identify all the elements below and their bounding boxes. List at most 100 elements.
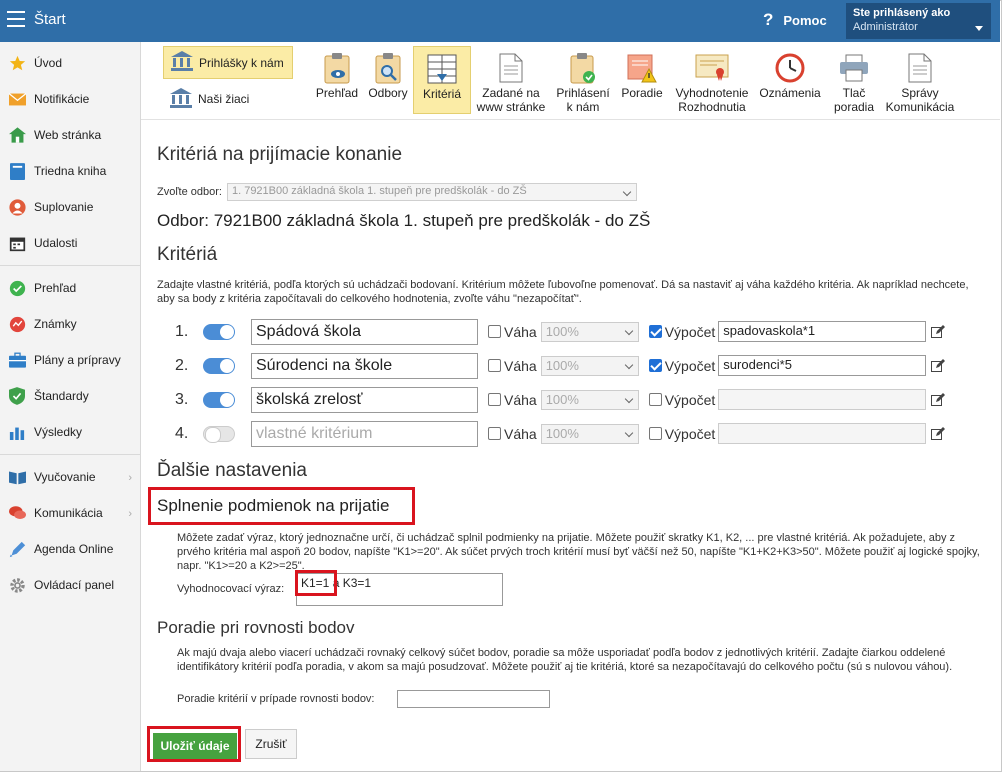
tie-description: Ak majú dvaja alebo viacerí uchádzači ro… — [177, 647, 953, 673]
weight-checkbox[interactable] — [488, 359, 501, 372]
tab-vyhodnotenie[interactable]: Vyhodnotenie Rozhodnutia — [669, 46, 755, 114]
criterion-row-3: 3. školská zrelosť Váha 100% Výpočet — [175, 386, 946, 413]
criterion-toggle[interactable] — [203, 323, 235, 340]
prihlasky-k-nam-button[interactable]: Prihlášky k nám — [163, 46, 293, 79]
save-button[interactable]: Uložiť údaje — [153, 733, 237, 759]
school-icon — [170, 50, 194, 75]
calc-input[interactable]: spadovaskola*1 — [718, 321, 927, 342]
sidebar-item-ovladaci-panel[interactable]: Ovládací panel — [0, 567, 140, 603]
criterion-name-input[interactable]: vlastné kritérium — [251, 420, 478, 447]
tie-input[interactable] — [397, 690, 550, 708]
sidebar-item-udalosti[interactable]: Udalosti — [0, 225, 140, 261]
tab-prehlad[interactable]: Prehľad — [311, 46, 363, 114]
document-icon — [494, 50, 528, 86]
tab-kriteria[interactable]: Kritériá — [413, 46, 471, 114]
home-icon — [8, 126, 26, 144]
calc-input[interactable] — [718, 389, 927, 410]
weight-checkbox[interactable] — [488, 393, 501, 406]
edit-icon[interactable] — [931, 392, 946, 407]
tab-poradie[interactable]: Poradie — [615, 46, 669, 114]
warning-document-icon — [625, 50, 659, 86]
calc-input[interactable] — [718, 423, 927, 444]
document-icon — [903, 50, 937, 86]
weight-checkbox[interactable] — [488, 325, 501, 338]
sidebar-item-notifikacie[interactable]: Notifikácie — [0, 81, 140, 117]
criterion-name-input[interactable]: Súrodenci na škole — [251, 352, 478, 379]
app-title[interactable]: Štart — [34, 11, 66, 28]
criterion-toggle[interactable] — [203, 391, 235, 408]
sidebar-divider — [0, 265, 140, 266]
envelope-icon — [8, 90, 26, 108]
top-bar: Štart ? Pomoc Ste prihlásený ako Adminis… — [0, 0, 1000, 42]
tab-tlac-poradia[interactable]: Tlač poradia — [825, 46, 883, 114]
sidebar-item-agenda-online[interactable]: Agenda Online — [0, 531, 140, 567]
page-title: Kritériá na prijímacie konanie — [157, 144, 403, 165]
cancel-button[interactable]: Zrušiť — [245, 729, 297, 759]
edit-icon[interactable] — [931, 426, 946, 441]
nasi-ziaci-button[interactable]: Naši žiaci — [163, 84, 293, 114]
book-icon — [8, 162, 26, 180]
sidebar-item-uvod[interactable]: Úvod — [0, 45, 140, 81]
user-line1: Ste prihlásený ako — [853, 7, 951, 19]
menu-icon[interactable] — [7, 11, 25, 27]
help-button[interactable]: ? Pomoc — [763, 10, 827, 30]
person-icon — [8, 198, 26, 216]
star-icon — [8, 54, 26, 72]
edit-icon[interactable] — [931, 324, 946, 339]
chevron-down-icon — [624, 394, 633, 403]
tab-odbory[interactable]: Odbory — [363, 46, 413, 114]
tab-prihlaseni[interactable]: Prihlásení k nám — [551, 46, 615, 114]
tab-zadane-na-www[interactable]: Zadané na www stránke — [471, 46, 551, 114]
calc-checkbox[interactable] — [648, 393, 662, 406]
clipboard-check-icon — [566, 50, 600, 86]
sidebar-item-triedna-kniha[interactable]: Triedna kniha — [0, 153, 140, 189]
criterion-toggle[interactable] — [203, 357, 235, 374]
sidebar-item-komunikacia[interactable]: Komunikácia › — [0, 495, 140, 531]
user-name: Administrátor — [853, 21, 918, 33]
chevron-right-icon: › — [128, 508, 132, 520]
pen-icon — [8, 540, 26, 558]
weight-select[interactable]: 100% — [540, 389, 639, 410]
odbor-label: Zvoľte odbor: — [157, 186, 222, 198]
calc-checkbox[interactable] — [648, 427, 662, 440]
sidebar-item-vyucovanie[interactable]: Vyučovanie › — [0, 459, 140, 495]
sidebar-item-plany[interactable]: Plány a prípravy — [0, 342, 140, 378]
user-menu[interactable]: Ste prihlásený ako Administrátor — [846, 3, 991, 39]
calc-checkbox[interactable] — [648, 325, 662, 338]
school-icon — [169, 87, 193, 112]
gear-icon — [8, 576, 26, 594]
criterion-toggle[interactable] — [203, 425, 235, 443]
expr-label: Vyhodnocovací výraz: — [177, 583, 285, 595]
sidebar-item-suplovanie[interactable]: Suplovanie — [0, 189, 140, 225]
sidebar-item-standardy[interactable]: Štandardy — [0, 378, 140, 414]
main-content: Kritériá na prijímacie konanie Zvoľte od… — [141, 120, 1000, 771]
sidebar-item-znamky[interactable]: Známky — [0, 306, 140, 342]
tab-oznamenia[interactable]: Oznámenia — [755, 46, 825, 114]
conditions-description: Môžete zadať výraz, ktorý jednoznačne ur… — [177, 532, 980, 572]
tab-spravy[interactable]: Správy Komunikácia — [883, 46, 957, 114]
grade-icon — [8, 315, 26, 333]
clipboard-eye-icon — [320, 50, 354, 86]
chevron-down-icon — [624, 428, 633, 437]
edit-icon[interactable] — [931, 358, 946, 373]
weight-checkbox[interactable] — [488, 427, 501, 440]
printer-icon — [837, 50, 871, 86]
chevron-down-icon — [975, 26, 983, 31]
table-sort-icon — [425, 51, 459, 87]
odbor-select[interactable]: 1. 7921B00 základná škola 1. stupeň pre … — [226, 183, 637, 201]
sidebar-item-vysledky[interactable]: Výsledky — [0, 414, 140, 450]
sidebar-item-web-stranka[interactable]: Web stránka — [0, 117, 140, 153]
calc-checkbox[interactable] — [648, 359, 662, 372]
calc-input[interactable]: surodenci*5 — [718, 355, 927, 376]
weight-select[interactable]: 100% — [540, 321, 639, 342]
weight-select[interactable]: 100% — [540, 423, 639, 444]
weight-select[interactable]: 100% — [540, 355, 639, 376]
question-icon: ? — [763, 10, 774, 29]
criterion-name-input[interactable]: Spádová škola — [251, 318, 478, 345]
sidebar-divider — [0, 454, 140, 455]
book-open-icon — [8, 468, 26, 486]
criterion-name-input[interactable]: školská zrelosť — [251, 386, 478, 413]
sidebar-item-prehlad[interactable]: Prehľad — [0, 270, 140, 306]
check-circle-icon — [8, 279, 26, 297]
odbor-title: Odbor: 7921B00 základná škola 1. stupeň … — [157, 211, 651, 230]
